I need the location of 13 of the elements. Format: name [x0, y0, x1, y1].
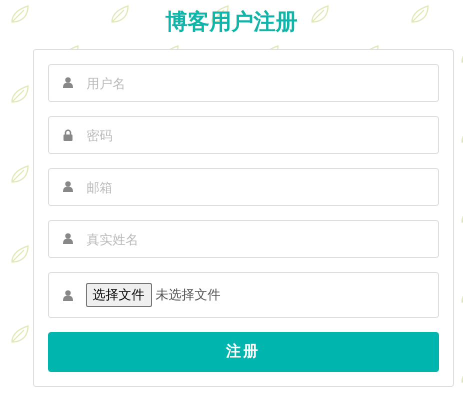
- password-field[interactable]: 密码: [48, 116, 438, 154]
- page-title: 博客用户注册: [166, 8, 298, 36]
- lock-icon: [62, 129, 72, 141]
- text-field[interactable]: 用户名: [48, 64, 438, 102]
- text-field[interactable]: 真实姓名: [48, 220, 438, 258]
- choose-file-button[interactable]: 选择文件: [86, 283, 152, 307]
- user-icon: [62, 233, 72, 244]
- file-status: 未选择文件: [156, 286, 220, 304]
- user-icon: [62, 77, 72, 88]
- user-icon: [62, 181, 72, 192]
- text-field[interactable]: 邮箱: [48, 168, 438, 206]
- file-field[interactable]: 选择文件 未选择文件: [48, 272, 438, 318]
- user-icon: [62, 290, 72, 300]
